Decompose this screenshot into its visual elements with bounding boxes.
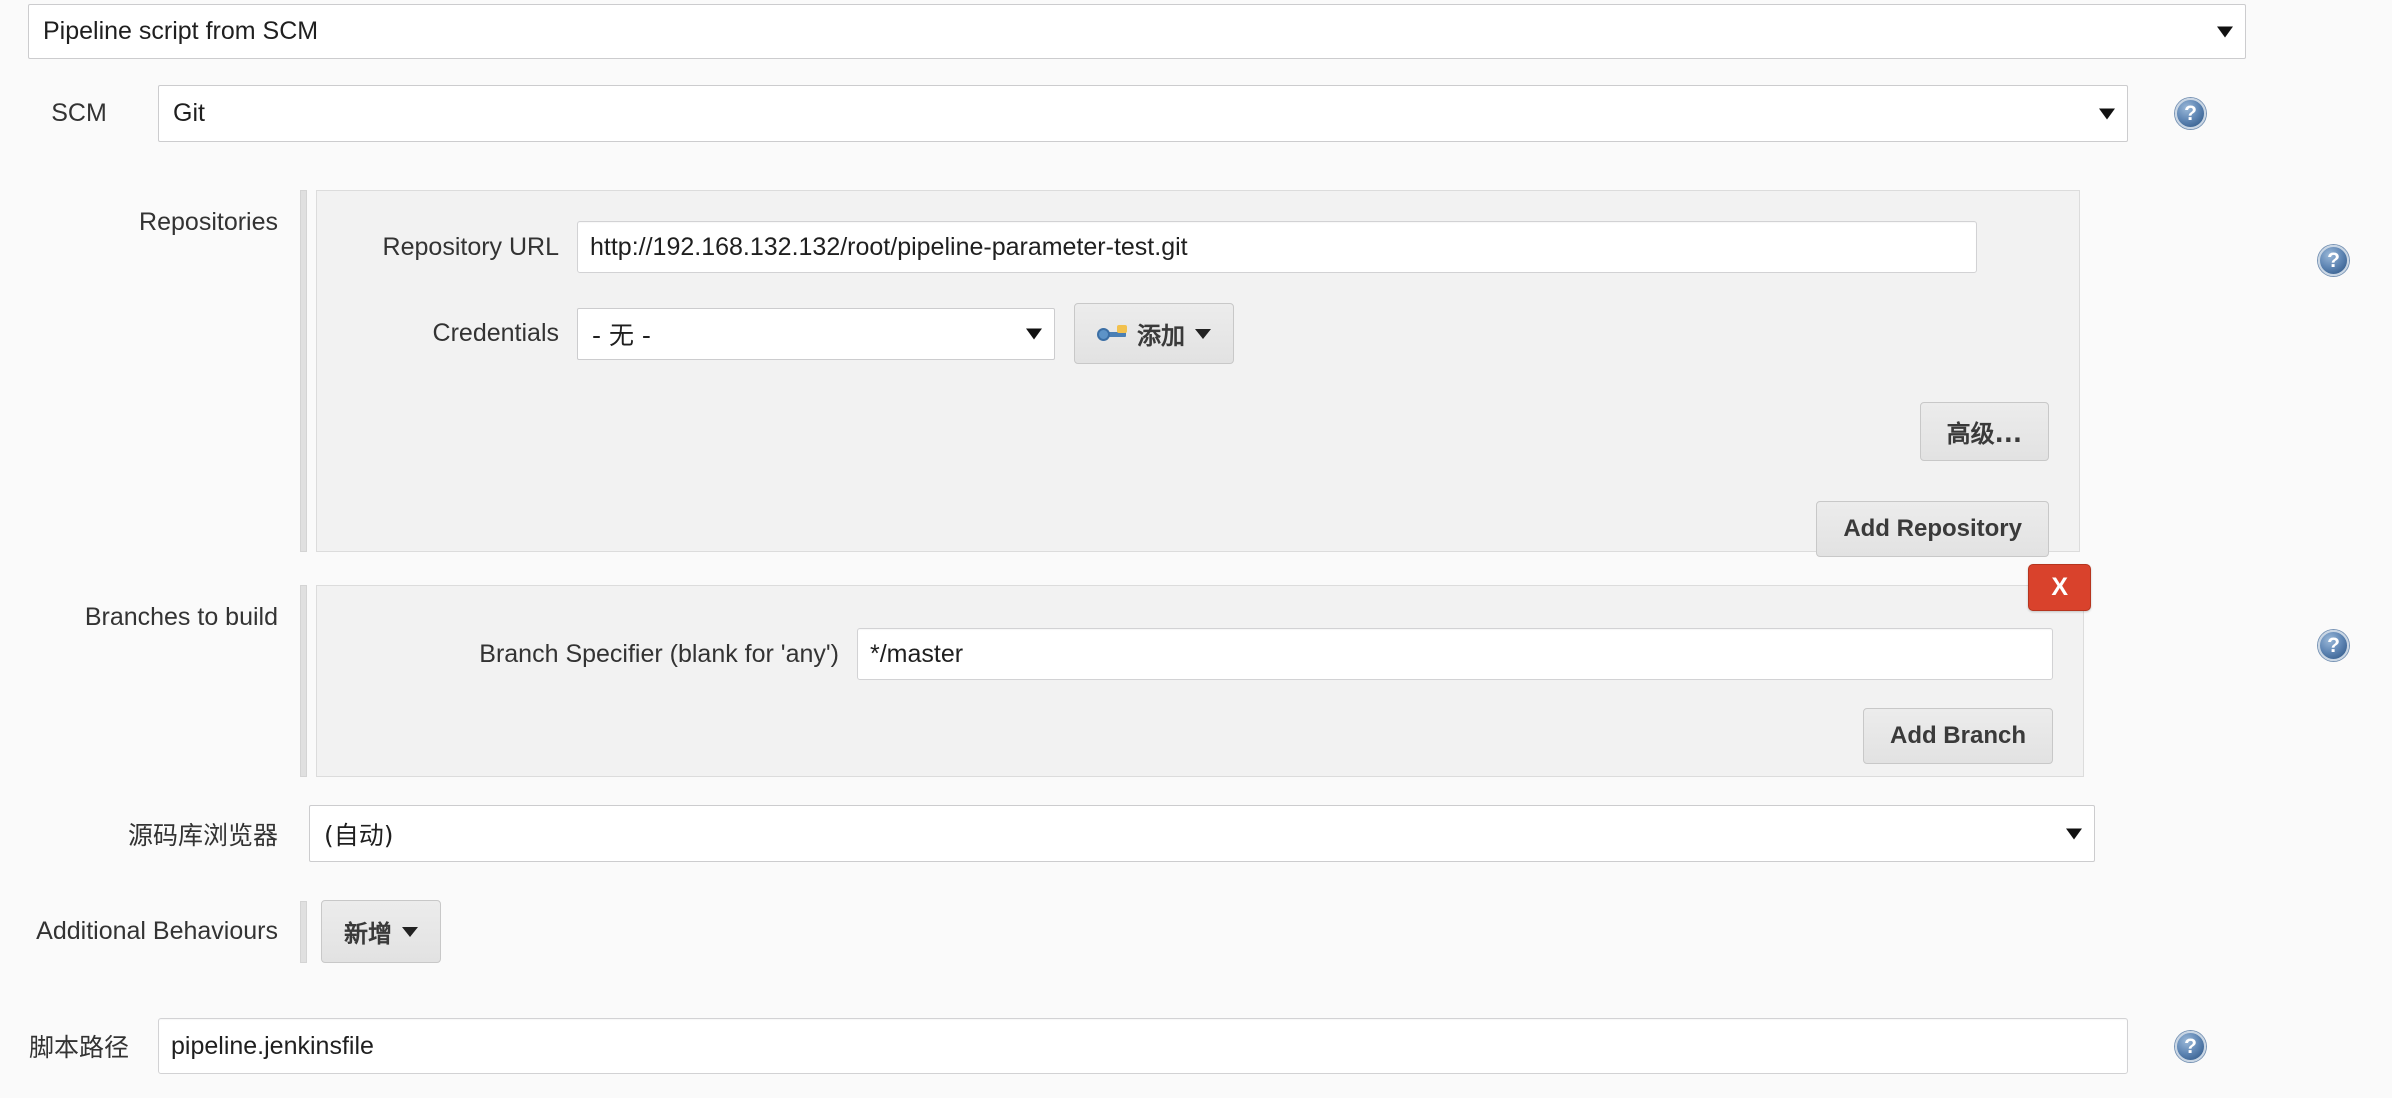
repository-url-input[interactable]: http://192.168.132.132/root/pipeline-par… <box>577 221 1977 273</box>
credentials-row: Credentials - 无 - 添加 <box>317 303 2049 364</box>
add-branch-button[interactable]: Add Branch <box>1862 708 2053 764</box>
chevron-down-icon <box>2217 26 2233 37</box>
scm-label: SCM <box>51 99 107 127</box>
chevron-down-icon <box>2099 108 2115 119</box>
repositories-section: Repositories Repository URL http://192.1… <box>0 190 2392 557</box>
add-credentials-label: 添加 <box>1137 322 1185 350</box>
chevron-down-icon <box>1026 328 1042 339</box>
repository-url-help-icon[interactable]: ? <box>2318 245 2349 276</box>
credentials-label: Credentials <box>432 319 559 347</box>
key-icon <box>1097 324 1127 343</box>
delete-branch-button[interactable]: X <box>2028 564 2091 611</box>
repository-url-row: Repository URL http://192.168.132.132/ro… <box>317 221 2049 273</box>
pipeline-definition-select[interactable]: Pipeline script from SCM <box>28 4 2246 59</box>
branch-specifier-row: Branch Specifier (blank for 'any') */mas… <box>317 628 2053 680</box>
scm-select-value: Git <box>173 99 205 127</box>
branches-section: Branches to build X Branch Specifier (bl… <box>0 564 2392 777</box>
credentials-select-value: - 无 - <box>592 320 651 350</box>
pipeline-definition-value: Pipeline script from SCM <box>43 17 319 45</box>
branches-panel-wrap: X Branch Specifier (blank for 'any') */m… <box>300 564 2091 777</box>
branch-specifier-help-icon[interactable]: ? <box>2318 630 2349 661</box>
repositories-panel: Repository URL http://192.168.132.132/ro… <box>316 190 2080 557</box>
repositories-advanced-row: 高级... <box>317 402 2049 461</box>
script-path-help-icon[interactable]: ? <box>2175 1030 2206 1062</box>
add-credentials-button[interactable]: 添加 <box>1074 303 1234 364</box>
repository-browser-select[interactable]: (自动) <box>309 805 2095 862</box>
script-path-label: 脚本路径 <box>28 1033 129 1062</box>
additional-behaviours-accent-bar <box>300 900 307 963</box>
additional-behaviours-add-label: 新增 <box>344 920 392 948</box>
add-branch-row: Add Branch <box>317 708 2053 764</box>
repository-browser-row: 源码库浏览器 (自动) <box>0 805 2392 862</box>
repositories-label: Repositories <box>139 208 278 236</box>
additional-behaviours-row: Additional Behaviours 新增 <box>0 900 2392 963</box>
credentials-select-box[interactable]: - 无 - <box>577 307 1055 360</box>
script-path-input[interactable]: pipeline.jenkinsfile <box>158 1018 2128 1074</box>
repository-browser-select-box[interactable]: (自动) <box>309 805 2095 862</box>
add-repository-button[interactable]: Add Repository <box>1816 501 2049 557</box>
repositories-panel-accent-bar <box>300 190 307 552</box>
chevron-down-icon <box>1195 328 1211 339</box>
pipeline-definition-select-box[interactable]: Pipeline script from SCM <box>28 4 2246 59</box>
scm-row: SCM Git ? <box>0 85 2392 142</box>
branch-specifier-input[interactable]: */master <box>857 628 2053 680</box>
repository-url-label: Repository URL <box>382 232 559 261</box>
branches-panel-accent-bar <box>300 585 307 777</box>
additional-behaviours-add-button[interactable]: 新增 <box>321 900 441 963</box>
branches-panel: X Branch Specifier (blank for 'any') */m… <box>316 564 2091 777</box>
repository-browser-value: (自动) <box>324 820 394 850</box>
branch-specifier-label: Branch Specifier (blank for 'any') <box>479 639 839 668</box>
chevron-down-icon <box>2066 828 2082 839</box>
credentials-select[interactable]: - 无 - <box>577 307 1055 360</box>
repository-browser-label: 源码库浏览器 <box>127 820 278 850</box>
scm-select-box[interactable]: Git <box>158 85 2128 142</box>
scm-select[interactable]: Git <box>158 85 2128 142</box>
additional-behaviours-label: Additional Behaviours <box>36 917 278 945</box>
chevron-down-icon <box>402 926 418 937</box>
repositories-panel-wrap: Repository URL http://192.168.132.132/ro… <box>300 190 2080 557</box>
branches-to-build-label: Branches to build <box>84 603 278 631</box>
scm-help-icon[interactable]: ? <box>2175 98 2206 129</box>
add-repository-row: Add Repository <box>317 501 2049 557</box>
repository-advanced-button[interactable]: 高级... <box>1919 402 2049 461</box>
script-path-row: 脚本路径 pipeline.jenkinsfile ? <box>0 1018 2392 1074</box>
